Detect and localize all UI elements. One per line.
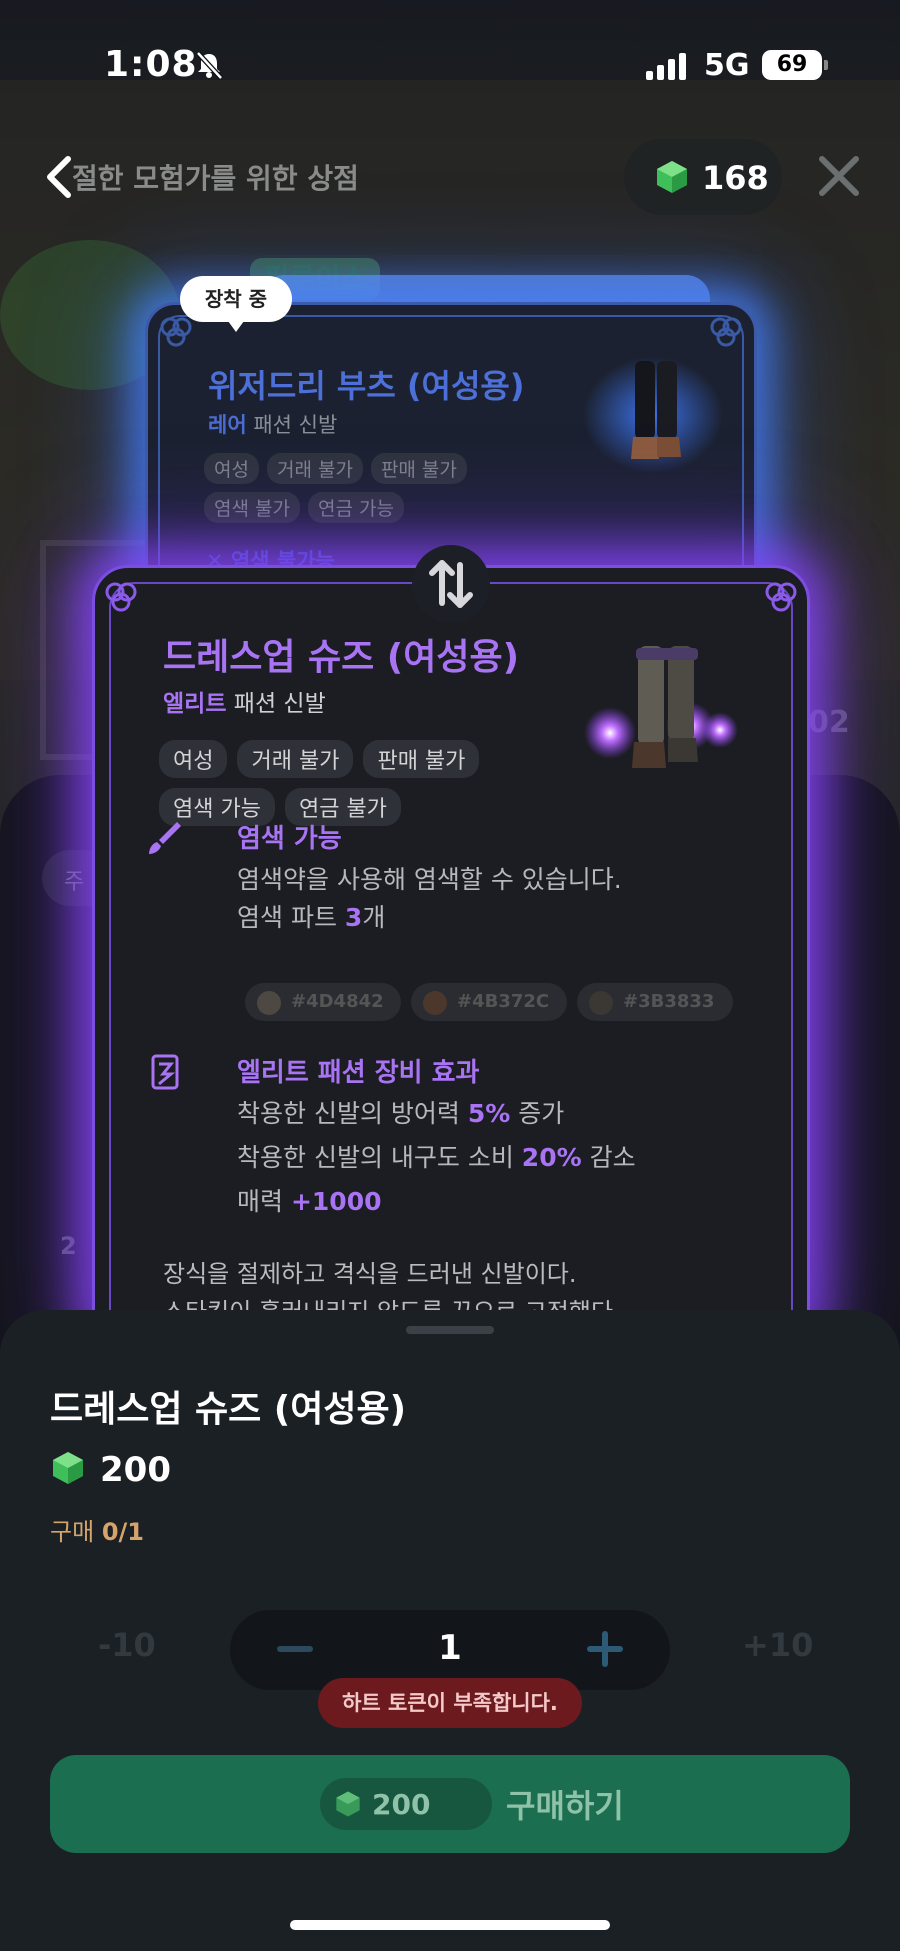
tag: 여성 [159, 740, 228, 778]
effect-line: 착용한 신발의 내구도 소비 20% 감소 [237, 1138, 636, 1174]
close-icon[interactable] [814, 151, 864, 201]
item-name: 드레스업 슈즈 (여성용) [163, 637, 520, 678]
signal-icon [646, 52, 686, 80]
item-detail-card: 드레스업 슈즈 (여성용) 엘리트 패션 신발 여성 거래 불가 판매 불가 염… [92, 565, 810, 1325]
corner-knot-icon [160, 317, 192, 347]
chevron-left-icon[interactable] [40, 153, 76, 201]
bell-slash-icon [196, 51, 223, 80]
buy-button[interactable]: 200 구매하기 [50, 1755, 850, 1853]
dye-parts: 염색 파트 3개 [237, 898, 385, 934]
effect-text: 매력 [237, 1187, 291, 1216]
corner-knot-icon [710, 317, 742, 347]
dye-color-chip: #4B372C [411, 983, 567, 1021]
tag: 판매 불가 [370, 453, 467, 484]
corner-knot-icon [765, 582, 797, 612]
purchase-limit-value: 0/1 [101, 1518, 144, 1546]
equipped-item-rarity: 레어 [208, 413, 247, 437]
effect-value: +1000 [290, 1187, 382, 1216]
tag: 염색 불가 [204, 492, 300, 523]
gem-icon [53, 1452, 83, 1484]
tag: 연금 가능 [307, 492, 404, 523]
buy-price-chip: 200 [320, 1778, 492, 1830]
elite-card-icon [151, 1054, 179, 1090]
equipped-item-tags: 여성 거래 불가 판매 불가 염색 불가 연금 가능 [204, 453, 534, 523]
minus-10-button[interactable]: -10 [98, 1626, 156, 1664]
item-rarity: 엘리트 [163, 691, 227, 717]
purchase-limit-label: 구매 [50, 1518, 95, 1546]
equipped-item-category: 패션 신발 [253, 413, 338, 437]
corner-knot-icon [105, 582, 137, 612]
boots-image [583, 357, 723, 473]
purchase-sheet: 드레스업 슈즈 (여성용) 200 구매 0/1 -10 +10 1 하트 토큰… [0, 1310, 900, 1951]
network-label: 5G [704, 48, 750, 83]
buy-price: 200 [372, 1788, 431, 1821]
shoes-image [584, 646, 738, 768]
sheet-drag-handle[interactable] [406, 1326, 494, 1334]
effect-value: 5% [467, 1099, 511, 1128]
dye-color-chip: #3B3833 [577, 983, 733, 1021]
currency-display: 168 [624, 139, 782, 215]
equipped-badge: 장착 중 [180, 276, 292, 332]
dye-description: 염색약을 사용해 염색할 수 있습니다. [237, 865, 622, 894]
plus-10-button[interactable]: +10 [742, 1626, 813, 1664]
effect-section-title: 엘리트 패션 장비 효과 [237, 1058, 480, 1088]
purchase-price: 200 [100, 1450, 171, 1490]
effect-text: 감소 [581, 1143, 636, 1172]
color-code: #3B3833 [623, 991, 715, 1012]
shop-header: 절한 모험가를 위한 상점 168 [0, 135, 900, 225]
status-bar: 1:08 5G 69 [0, 0, 900, 130]
effect-text: 착용한 신발의 내구도 소비 [237, 1143, 522, 1172]
compare-swap-button[interactable] [412, 545, 490, 623]
dye-parts-unit: 개 [362, 903, 386, 932]
tag: 판매 불가 [363, 740, 480, 778]
dye-parts-label: 염색 파트 [237, 903, 345, 932]
background-item-count: 2 [60, 1232, 77, 1260]
brush-icon [149, 822, 181, 854]
gem-icon [657, 161, 687, 193]
item-type: 엘리트 패션 신발 [163, 684, 326, 718]
item-description-line: 장식을 절제하고 격식을 드러낸 신발이다. [163, 1260, 577, 1288]
item-category: 패션 신발 [233, 691, 326, 717]
equipped-item-type: 레어 패션 신발 [208, 409, 337, 439]
gem-icon [336, 1791, 360, 1817]
currency-amount: 168 [702, 159, 769, 197]
dye-color-chip: #4D4842 [245, 983, 401, 1021]
tag: 거래 불가 [237, 740, 354, 778]
effect-line: 착용한 신발의 방어력 5% 증가 [237, 1094, 564, 1130]
color-dot [423, 991, 447, 1015]
shop-title: 절한 모험가를 위한 상점 [72, 162, 359, 195]
equipped-item-name: 위저드리 부츠 (여성용) [208, 367, 525, 405]
purchase-limit: 구매 0/1 [50, 1512, 144, 1547]
swap-icon [429, 560, 473, 608]
home-indicator[interactable] [290, 1920, 610, 1930]
dye-section-title: 염색 가능 [237, 824, 342, 854]
status-time: 1:08 [104, 44, 198, 85]
background-item-number: 02 [808, 705, 850, 740]
tag: 거래 불가 [266, 453, 363, 484]
effect-line: 매력 +1000 [237, 1182, 381, 1218]
color-code: #4D4842 [291, 991, 384, 1012]
purchase-item-name: 드레스업 슈즈 (여성용) [50, 1389, 407, 1430]
color-dot [589, 991, 613, 1015]
dye-parts-count: 3 [344, 903, 363, 932]
effect-text: 증가 [510, 1099, 565, 1128]
battery-icon: 69 [762, 50, 828, 80]
effect-value: 20% [521, 1143, 582, 1172]
insufficient-token-warning: 하트 토큰이 부족합니다. [318, 1678, 582, 1728]
effect-text: 착용한 신발의 방어력 [237, 1099, 468, 1128]
tag: 여성 [204, 453, 259, 484]
plus-icon[interactable] [580, 1624, 630, 1674]
color-dot [257, 991, 281, 1015]
buy-label: 구매하기 [506, 1787, 624, 1825]
color-code: #4B372C [457, 991, 550, 1012]
item-tags: 여성 거래 불가 판매 불가 염색 가능 연금 불가 [159, 740, 539, 826]
